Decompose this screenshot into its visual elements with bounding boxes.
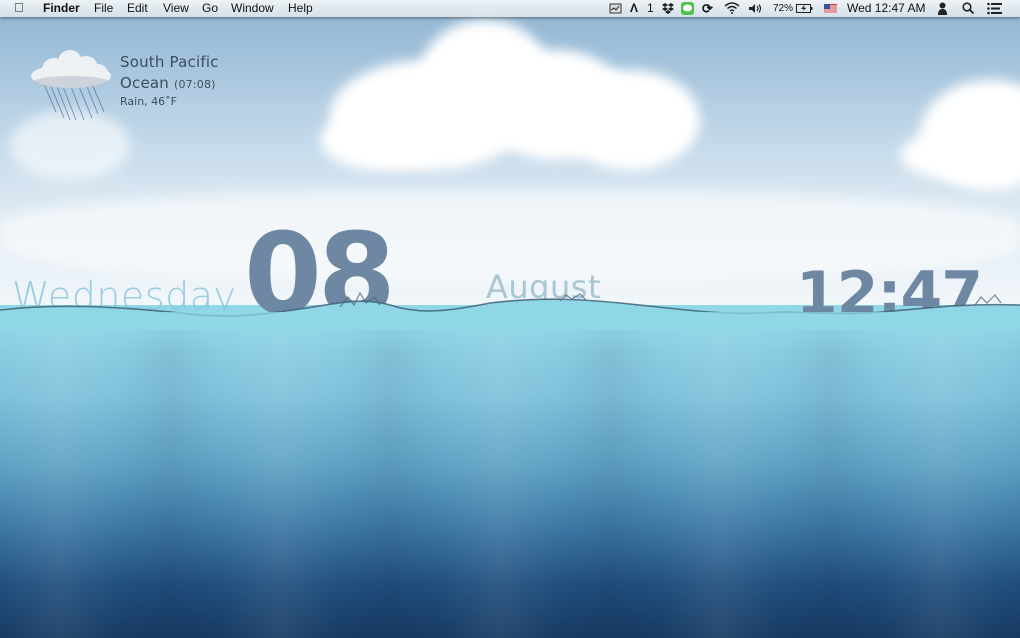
user-icon[interactable] (936, 2, 949, 15)
desktop-wallpaper: Wednesday 08 August 12:47 South Pacific … (0, 0, 1020, 638)
adobe-count: 1 (647, 1, 654, 15)
battery-percent: 72% (773, 3, 794, 14)
rain-cloud-icon (31, 50, 111, 121)
weather-local-time: (07:08) (173, 78, 216, 91)
weather-location-line1: South Pacific (120, 53, 219, 71)
datetime-clock[interactable]: Wed 12:47 AM (847, 1, 926, 16)
adobe-icon[interactable]: Λ (630, 1, 638, 16)
apple-logo-icon[interactable]:  (14, 0, 24, 15)
spotlight-search-icon[interactable] (962, 2, 975, 15)
menu-view[interactable]: View (163, 1, 189, 16)
us-flag-icon[interactable] (824, 4, 837, 13)
underwater-fade (0, 312, 1020, 352)
menu-bar:  Finder File Edit View Go Window Help Λ… (0, 0, 1020, 17)
weather-location: South Pacific Ocean (07:08) (120, 52, 219, 95)
dropbox-icon[interactable] (662, 3, 674, 14)
sync-icon[interactable]: ⟳ (702, 1, 713, 16)
menu-edit[interactable]: Edit (127, 1, 148, 16)
weather-condition: Rain, 46˚F (120, 95, 177, 108)
volume-icon[interactable] (749, 3, 762, 14)
activity-monitor-icon[interactable] (609, 3, 622, 14)
wifi-icon[interactable] (724, 2, 740, 14)
weather-location-line2: Ocean (120, 74, 169, 92)
ocean-water (0, 305, 1020, 638)
notification-center-icon[interactable] (987, 2, 1002, 15)
menu-file[interactable]: File (94, 1, 113, 16)
menu-go[interactable]: Go (202, 1, 218, 16)
app-menu-finder[interactable]: Finder (43, 1, 80, 16)
menu-help[interactable]: Help (288, 1, 313, 16)
menu-window[interactable]: Window (231, 1, 274, 16)
line-icon[interactable] (681, 2, 694, 15)
battery-icon[interactable] (796, 4, 813, 13)
